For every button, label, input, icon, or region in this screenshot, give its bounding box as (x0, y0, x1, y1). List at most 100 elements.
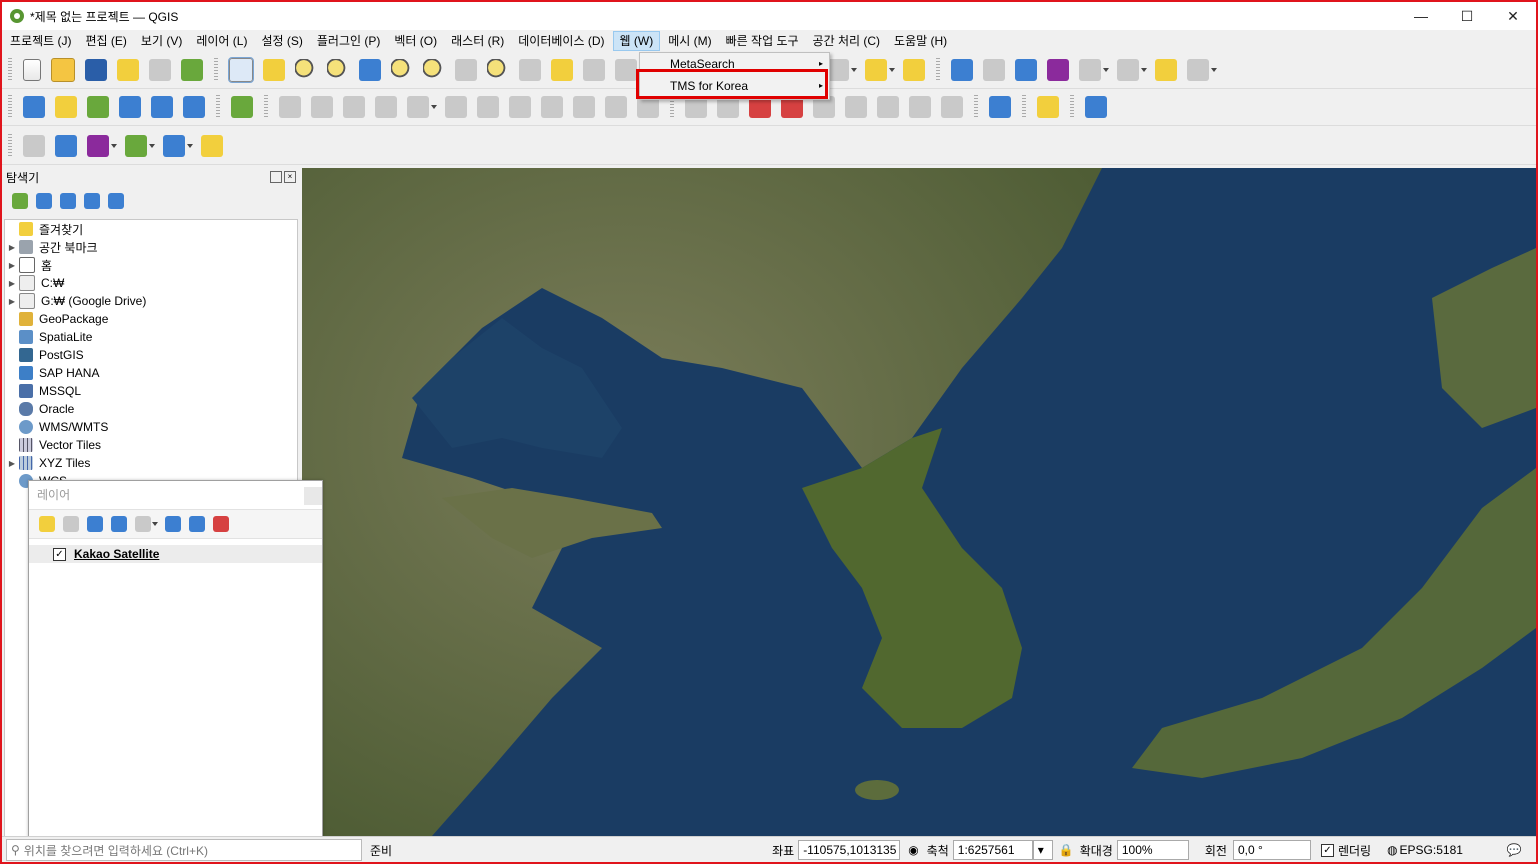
dropdown-arrow-icon[interactable] (431, 105, 437, 109)
lock-icon[interactable]: 🔒 (1059, 843, 1074, 857)
tree-item[interactable]: Vector Tiles (5, 436, 297, 454)
toolbar-grip[interactable] (214, 58, 218, 82)
menu-quick-tools[interactable]: 빠른 작업 도구 (720, 31, 805, 51)
toggle-editing-icon[interactable] (311, 96, 333, 118)
select-by-location-icon[interactable] (903, 59, 925, 81)
info-icon[interactable] (108, 193, 124, 209)
expand-arrow-icon[interactable]: ▶ (5, 459, 19, 468)
dropdown-arrow-icon[interactable] (1211, 68, 1217, 72)
tree-item[interactable]: MSSQL (5, 382, 297, 400)
new-shapefile-layer-icon[interactable] (87, 96, 109, 118)
menu-project[interactable]: 프로젝트 (J) (4, 31, 78, 51)
menu-web[interactable]: 웹 (W) (612, 31, 661, 51)
move-label-icon[interactable] (845, 96, 867, 118)
processing-toolbox-icon[interactable] (1015, 59, 1037, 81)
style-manager-icon[interactable] (181, 59, 203, 81)
toolbar-grip[interactable] (216, 95, 220, 119)
new-bookmark-icon[interactable] (583, 59, 605, 81)
select-features-icon[interactable] (827, 59, 849, 81)
zoom-to-selection-icon[interactable] (391, 59, 413, 81)
render-checkbox[interactable]: ✓ (1320, 843, 1334, 857)
filter-legend-icon[interactable] (111, 516, 127, 532)
close-button[interactable]: ✕ (1490, 2, 1536, 30)
ruler-icon[interactable] (201, 135, 223, 157)
current-edits-icon[interactable] (279, 96, 301, 118)
dropdown-arrow-icon[interactable] (1141, 68, 1147, 72)
tree-item[interactable]: ▶ G:₩ (Google Drive) (5, 292, 297, 310)
zoom-full-icon[interactable] (359, 59, 381, 81)
filter-expression-icon[interactable] (135, 516, 151, 532)
tree-item[interactable]: PostGIS (5, 346, 297, 364)
measure-line-icon[interactable] (1117, 59, 1139, 81)
label-properties-icon[interactable] (941, 96, 963, 118)
add-vector-layer-icon[interactable] (231, 96, 253, 118)
python-console-icon[interactable] (1037, 96, 1059, 118)
zoom-to-layer-icon[interactable] (423, 59, 445, 81)
toolbar-grip[interactable] (936, 58, 940, 82)
toolbar-grip[interactable] (8, 95, 12, 119)
dropdown-arrow-icon[interactable] (851, 68, 857, 72)
scale-dropdown-icon[interactable]: ▾ (1032, 840, 1053, 860)
toolbar-grip[interactable] (8, 58, 12, 82)
new-spatialite-layer-icon[interactable] (119, 96, 141, 118)
close-panel-icon[interactable]: × (284, 171, 296, 183)
change-label-icon[interactable] (909, 96, 931, 118)
dropdown-arrow-icon[interactable] (111, 144, 117, 148)
zoom-last-icon[interactable] (487, 59, 509, 81)
add-layer-icon[interactable] (55, 135, 77, 157)
new-print-layout-icon[interactable] (117, 59, 139, 81)
add-feature-icon[interactable] (375, 96, 397, 118)
attribute-table-icon[interactable] (983, 59, 1005, 81)
rotation-field[interactable]: 0,0 ° (1232, 840, 1311, 860)
modify-attributes-icon[interactable] (445, 96, 467, 118)
rotate-label-icon[interactable] (877, 96, 899, 118)
dropdown-arrow-icon[interactable] (889, 68, 895, 72)
copy-features-icon[interactable] (541, 96, 563, 118)
remove-layer-icon[interactable] (213, 516, 229, 532)
float-panel-icon[interactable] (270, 171, 282, 183)
dropdown-arrow-icon[interactable] (187, 144, 193, 148)
zoom-native-icon[interactable] (455, 59, 477, 81)
menu-view[interactable]: 보기 (V) (135, 31, 188, 51)
tree-item[interactable]: ▶ 홈 (5, 256, 297, 274)
cut-features-icon[interactable] (509, 96, 531, 118)
show-bookmarks-icon[interactable] (615, 59, 637, 81)
identify-features-icon[interactable] (951, 59, 973, 81)
mouse-icon[interactable]: ◉ (908, 843, 918, 857)
map-tips-icon[interactable] (1155, 59, 1177, 81)
save-edits-icon[interactable] (343, 96, 365, 118)
new-temporary-layer-icon[interactable] (151, 96, 173, 118)
dropdown-arrow-icon[interactable] (149, 144, 155, 148)
new-geopackage-layer-icon[interactable] (55, 96, 77, 118)
menu-help[interactable]: 도움말 (H) (888, 31, 953, 51)
style-panel-icon[interactable] (39, 516, 55, 532)
menu-processing[interactable]: 공간 처리 (C) (807, 31, 887, 51)
menu-database[interactable]: 데이터베이스 (D) (512, 31, 610, 51)
tms-globe-icon[interactable] (989, 96, 1011, 118)
expand-arrow-icon[interactable]: ▶ (5, 261, 19, 270)
menu-raster[interactable]: 래스터 (R) (445, 31, 510, 51)
layer-visibility-checkbox[interactable]: ✓ (53, 547, 66, 561)
locator-search-input[interactable]: ⚲ 위치를 찾으려면 입력하세요 (Ctrl+K) (6, 839, 362, 861)
coordinate-field[interactable]: -110575,1013135 (798, 840, 901, 860)
crs-button[interactable]: EPSG:5181 (1400, 843, 1463, 857)
layout-manager-icon[interactable] (149, 59, 171, 81)
toolbar-grip[interactable] (974, 95, 978, 119)
menu-settings[interactable]: 설정 (S) (255, 31, 308, 51)
data-source-manager-icon[interactable] (23, 96, 45, 118)
menu-plugins[interactable]: 플러그인 (P) (311, 31, 387, 51)
crs-globe-icon[interactable]: ◍ (1387, 843, 1397, 857)
locator-icon[interactable] (1187, 59, 1209, 81)
toolbar-grip[interactable] (8, 134, 12, 158)
tree-item[interactable]: SAP HANA (5, 364, 297, 382)
visibility-eye-icon[interactable] (87, 516, 103, 532)
kml-export-icon[interactable] (125, 135, 147, 157)
tree-item[interactable]: SpatiaLite (5, 328, 297, 346)
toolbar-grip[interactable] (1022, 95, 1026, 119)
filter-icon[interactable] (60, 193, 76, 209)
collapse-all-icon[interactable] (84, 193, 100, 209)
statistical-summary-icon[interactable] (1047, 59, 1069, 81)
dropdown-arrow-icon[interactable] (1103, 68, 1109, 72)
menu-vector[interactable]: 벡터 (O) (388, 31, 443, 51)
collapse-all-icon[interactable] (189, 516, 205, 532)
